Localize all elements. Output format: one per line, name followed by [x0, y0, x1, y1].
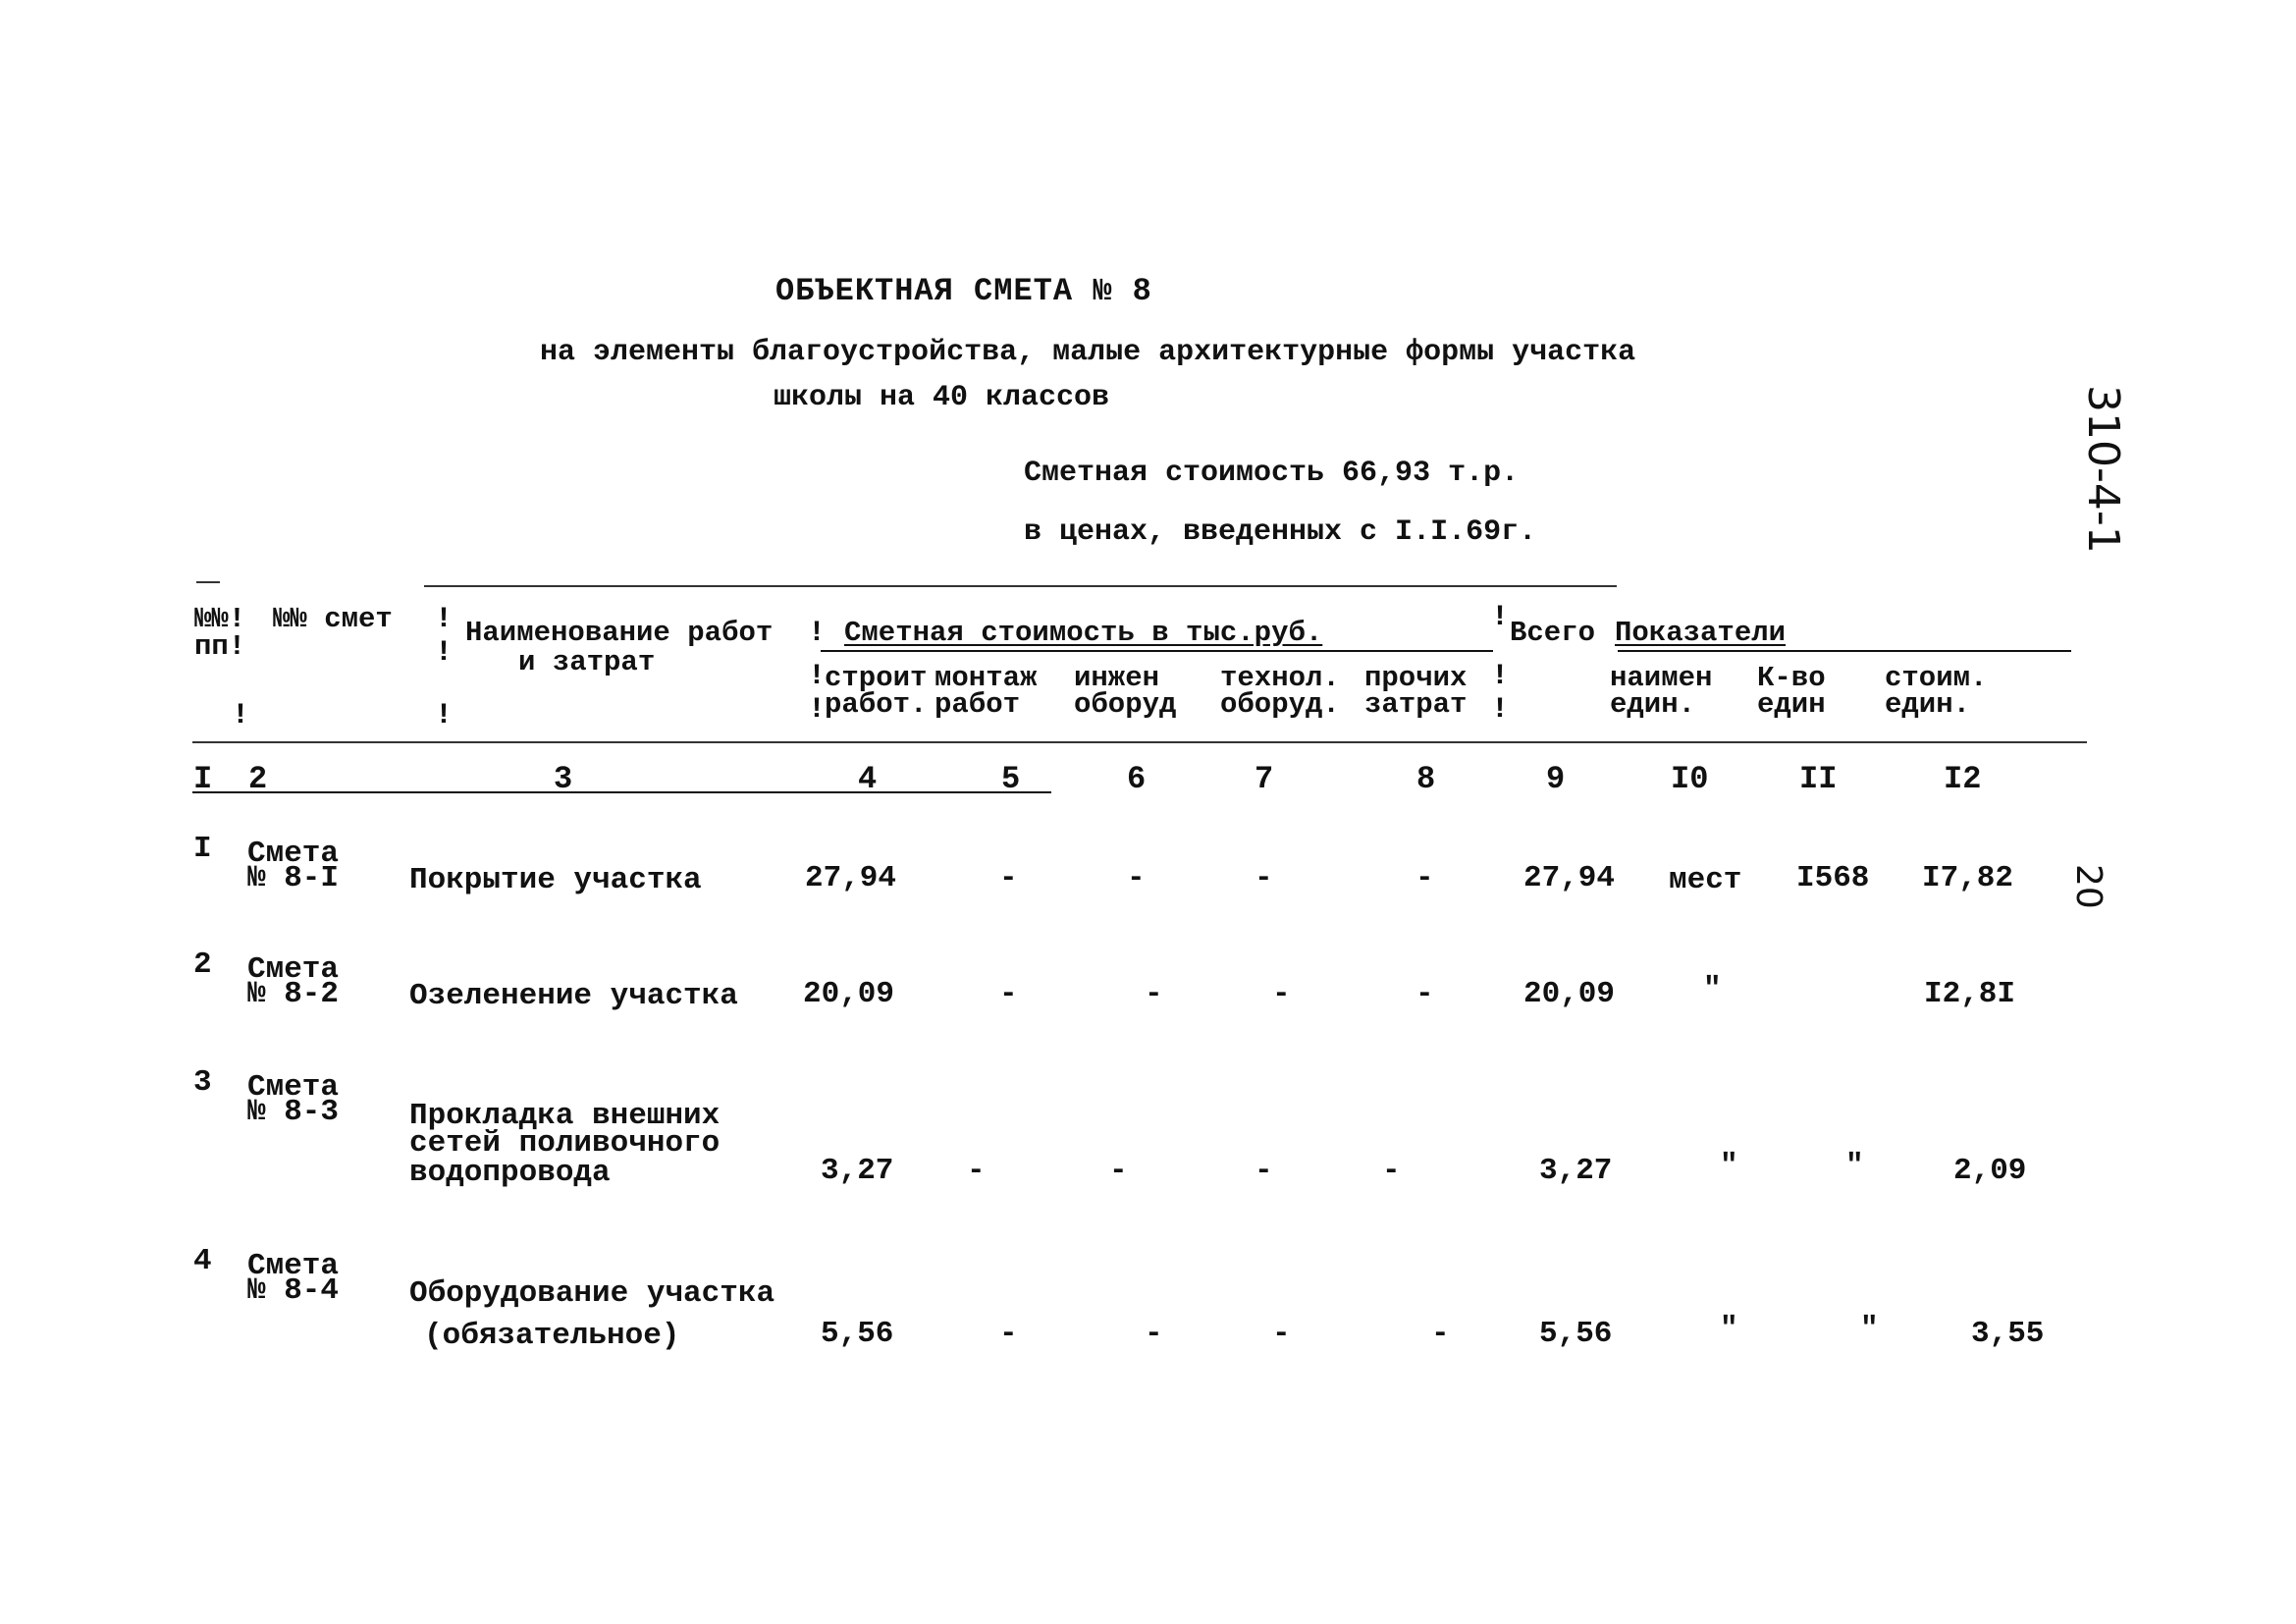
indicators-group-rule — [1618, 650, 2071, 652]
document-code-stamp: 310-4-1 — [2078, 385, 2128, 554]
installation-cost: - — [967, 1154, 986, 1188]
total-cost: 5,56 — [1539, 1317, 1613, 1351]
estimate-ref-l2: № 8-3 — [247, 1095, 340, 1129]
separator-mark: ! — [1491, 660, 1510, 693]
header-cost-group: Сметная стоимость в тыс.руб. — [844, 617, 1323, 649]
column-number: 4 — [858, 761, 878, 797]
header-top-rule-stub — [196, 581, 220, 583]
header-other-l2: затрат — [1364, 688, 1468, 721]
page-number: 20 — [2068, 864, 2109, 909]
total-cost: 20,09 — [1523, 977, 1616, 1011]
separator-mark: ! — [435, 603, 454, 636]
document-subtitle-line2: школы на 40 классов — [774, 381, 1110, 414]
header-unit-cost-l2: един. — [1885, 688, 1971, 721]
row-number: 3 — [193, 1065, 212, 1100]
column-number: 9 — [1546, 761, 1566, 797]
header-estimate-number: №№ смет — [273, 603, 393, 635]
prices-date-line: в ценах, введенных с I.I.69г. — [1024, 515, 1537, 549]
header-total: Всего — [1510, 617, 1596, 649]
separator-mark: ! — [232, 699, 250, 732]
separator-mark: ! — [1491, 601, 1510, 634]
construction-cost: 27,94 — [805, 861, 897, 895]
engineering-cost: - — [1145, 1317, 1163, 1351]
column-number: I2 — [1944, 761, 1982, 797]
header-indicators-group: Показатели — [1615, 617, 1787, 649]
unit-count: I568 — [1796, 861, 1870, 895]
work-name-l1: Оборудование участка — [409, 1276, 775, 1311]
technological-cost: - — [1255, 861, 1273, 895]
total-cost: 3,27 — [1539, 1154, 1613, 1188]
installation-cost: - — [999, 977, 1018, 1011]
header-engineering-l2: оборуд — [1074, 688, 1177, 721]
work-name-l3: водопровода — [409, 1156, 611, 1190]
column-number: 5 — [1001, 761, 1021, 797]
technological-cost: - — [1272, 977, 1291, 1011]
header-work-name-l2: и затрат — [518, 646, 656, 678]
column-number: 8 — [1416, 761, 1436, 797]
estimated-cost-line: Сметная стоимость 66,93 т.р. — [1024, 457, 1520, 490]
engineering-cost: - — [1145, 977, 1163, 1011]
installation-cost: - — [999, 1317, 1018, 1351]
column-number: I — [193, 761, 213, 797]
unit-name: мест — [1669, 863, 1742, 897]
construction-cost: 5,56 — [821, 1317, 894, 1351]
cost-group-rule — [821, 650, 1493, 652]
total-cost: 27,94 — [1523, 861, 1616, 895]
header-bottom-rule — [192, 741, 2087, 743]
row-number: 2 — [193, 947, 212, 982]
column-number: II — [1799, 761, 1838, 797]
estimate-ref-l2: № 8-I — [247, 861, 340, 895]
unit-cost: I2,8I — [1924, 977, 2016, 1011]
header-technological-l2: оборуд. — [1220, 688, 1340, 721]
unit-cost: 2,09 — [1953, 1154, 2027, 1188]
document-subtitle-line1: на элементы благоустройства, малые архит… — [540, 336, 1636, 369]
header-top-rule — [424, 585, 1617, 587]
column-number: 6 — [1127, 761, 1147, 797]
work-name: Покрытие участка — [409, 863, 702, 897]
unit-count: " — [1845, 1149, 1864, 1183]
construction-cost: 20,09 — [803, 977, 895, 1011]
column-numbers-rule — [192, 791, 1051, 793]
unit-name: " — [1703, 972, 1722, 1006]
other-cost: - — [1382, 1154, 1401, 1188]
engineering-cost: - — [1109, 1154, 1128, 1188]
technological-cost: - — [1255, 1154, 1273, 1188]
row-number: I — [193, 832, 212, 866]
estimate-ref-l2: № 8-4 — [247, 1273, 340, 1308]
installation-cost: - — [999, 861, 1018, 895]
header-construction-l2: работ. — [825, 688, 928, 721]
separator-mark: ! — [435, 699, 454, 732]
unit-name: " — [1720, 1312, 1738, 1346]
document-title: ОБЪЕКТНАЯ СМЕТА № 8 — [775, 273, 1152, 309]
separator-mark: ! — [808, 617, 827, 650]
other-cost: - — [1431, 1317, 1450, 1351]
header-installation-l2: работ — [934, 688, 1021, 721]
separator-mark: ! — [435, 636, 454, 670]
column-number: 7 — [1255, 761, 1274, 797]
work-name-l2: (обязательное) — [424, 1319, 680, 1353]
other-cost: - — [1415, 861, 1434, 895]
work-name-l2: сетей поливочного — [409, 1126, 721, 1161]
header-work-name-l1: Наименование работ — [465, 617, 774, 649]
unit-count: " — [1860, 1312, 1879, 1346]
separator-mark: ! — [808, 660, 827, 693]
row-number: 4 — [193, 1244, 212, 1278]
unit-cost: 3,55 — [1971, 1317, 2045, 1351]
engineering-cost: - — [1127, 861, 1146, 895]
technological-cost: - — [1272, 1317, 1291, 1351]
header-row-number-l2: пп! — [194, 630, 246, 663]
unit-name: " — [1720, 1149, 1738, 1183]
separator-mark: ! — [1491, 693, 1510, 727]
separator-mark: ! — [808, 693, 827, 727]
work-name: Озеленение участка — [409, 979, 738, 1013]
unit-cost: I7,82 — [1922, 861, 2014, 895]
header-unit-name-l2: един. — [1610, 688, 1696, 721]
estimate-ref-l2: № 8-2 — [247, 977, 340, 1011]
column-number: I0 — [1671, 761, 1709, 797]
construction-cost: 3,27 — [821, 1154, 894, 1188]
column-number: 2 — [248, 761, 268, 797]
column-number: 3 — [554, 761, 573, 797]
header-unit-count-l2: един — [1757, 688, 1826, 721]
other-cost: - — [1415, 977, 1434, 1011]
